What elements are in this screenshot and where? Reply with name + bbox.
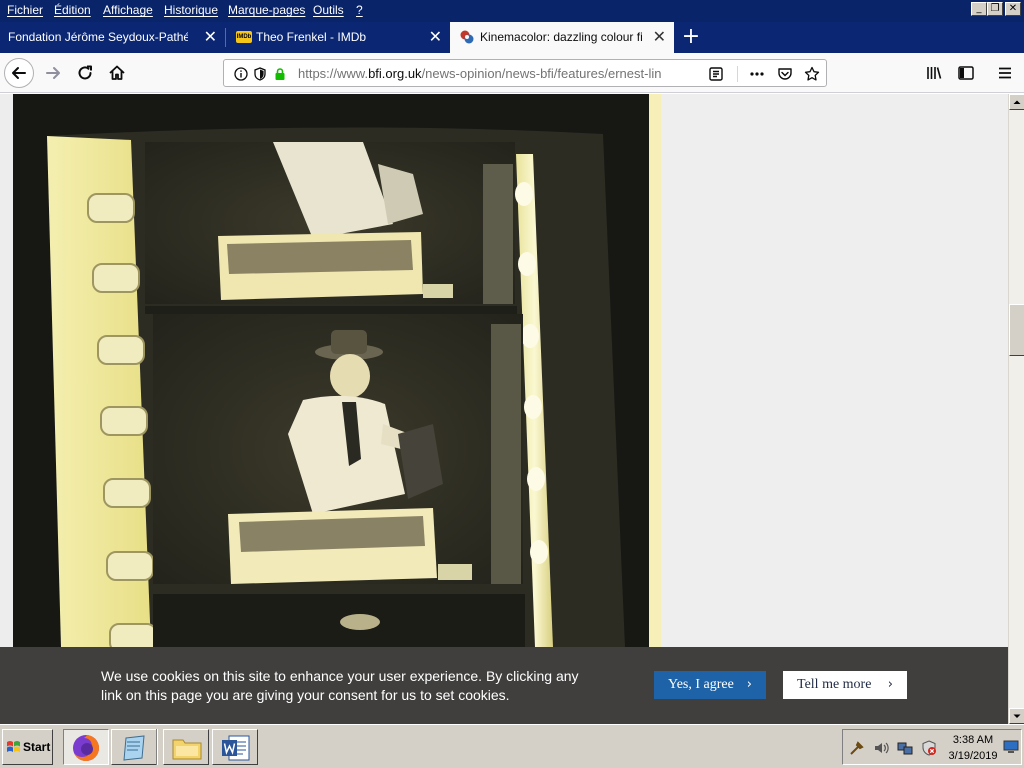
taskbar-firefox[interactable] bbox=[63, 729, 109, 765]
arrow-down-icon bbox=[1013, 714, 1021, 718]
url-text[interactable]: https://www.bfi.org.uk/news-opinion/news… bbox=[298, 66, 674, 81]
start-button[interactable]: Start bbox=[2, 729, 53, 765]
display-icon[interactable] bbox=[1003, 740, 1019, 754]
star-icon[interactable] bbox=[803, 65, 821, 83]
firefox-icon bbox=[73, 735, 99, 761]
new-tab-button[interactable]: + bbox=[680, 24, 702, 50]
sidebar-icon bbox=[958, 66, 974, 80]
menu-edition[interactable]: Édition bbox=[54, 3, 91, 17]
security-alert-icon[interactable] bbox=[921, 740, 937, 756]
menu-help[interactable]: ? bbox=[356, 3, 363, 17]
hamburger-menu-icon bbox=[999, 67, 1011, 79]
menu-bar: Fichier Édition Affichage Historique Mar… bbox=[0, 0, 1024, 22]
navigation-toolbar: https://www.bfi.org.uk/news-opinion/news… bbox=[0, 53, 1024, 93]
lock-icon[interactable] bbox=[271, 65, 289, 83]
scrollbar-thumb[interactable] bbox=[1009, 304, 1024, 356]
kinemacolor-film-strip-image bbox=[13, 94, 661, 647]
pocket-icon[interactable] bbox=[776, 65, 794, 83]
cookie-message: We use cookies on this site to enhance y… bbox=[101, 668, 579, 703]
menu-affichage[interactable]: Affichage bbox=[103, 3, 153, 17]
word-icon bbox=[222, 735, 250, 761]
taskbar-word[interactable] bbox=[212, 729, 258, 765]
more-dots-icon[interactable] bbox=[748, 65, 766, 83]
page-content bbox=[0, 94, 1008, 724]
taskbar-separator bbox=[156, 729, 158, 765]
start-label: Start bbox=[23, 740, 51, 754]
forward-arrow-icon bbox=[46, 67, 60, 79]
close-window-button[interactable]: ✕ bbox=[1005, 2, 1021, 16]
folder-icon bbox=[172, 739, 202, 760]
shield-icon[interactable] bbox=[251, 65, 269, 83]
speaker-icon[interactable] bbox=[873, 740, 889, 756]
tab-label: Theo Frenkel - IMDb bbox=[256, 30, 367, 44]
close-icon[interactable]: ✕ bbox=[429, 27, 442, 46]
tab-theo-frenkel-imdb[interactable]: IMDb Theo Frenkel - IMDb ✕ bbox=[226, 22, 450, 53]
url-path: /news-opinion/news-bfi/features/ernest-l… bbox=[421, 66, 662, 81]
minimize-button[interactable]: _ bbox=[971, 2, 987, 16]
clock-date[interactable]: 3/19/2019 bbox=[947, 750, 999, 762]
restore-button[interactable]: ❐ bbox=[987, 2, 1003, 16]
library-icon bbox=[927, 67, 942, 79]
forward-button[interactable] bbox=[38, 58, 68, 88]
menu-marque-pages[interactable]: Marque-pages bbox=[228, 3, 305, 17]
url-host: bfi.org.uk bbox=[368, 66, 422, 81]
agree-button[interactable]: Yes, I agree › bbox=[654, 671, 766, 699]
cookie-banner: We use cookies on this site to enhance y… bbox=[0, 647, 1008, 724]
tab-kinemacolor[interactable]: Kinemacolor: dazzling colour film fr ✕ bbox=[450, 22, 674, 53]
menu-outils[interactable]: Outils bbox=[313, 3, 344, 17]
back-arrow-icon bbox=[12, 67, 26, 79]
tools-icon[interactable] bbox=[849, 740, 865, 756]
reader-view-icon[interactable] bbox=[707, 65, 725, 83]
network-icon[interactable] bbox=[897, 740, 913, 756]
taskbar-explorer[interactable] bbox=[163, 729, 209, 765]
tell-me-more-label: Tell me more bbox=[797, 677, 872, 692]
system-tray: 3:38 AM 3/19/2019 bbox=[842, 729, 1022, 765]
close-icon[interactable]: ✕ bbox=[653, 27, 666, 46]
menu-historique[interactable]: Historique bbox=[164, 3, 218, 17]
tab-label: Fondation Jérôme Seydoux-Pathé bbox=[8, 30, 188, 44]
back-button[interactable] bbox=[4, 58, 34, 88]
sidebar-button[interactable] bbox=[951, 58, 981, 88]
home-icon bbox=[109, 65, 125, 80]
taskbar: Start 3:38 AM 3/19/2019 bbox=[0, 724, 1024, 768]
scroll-down-button[interactable] bbox=[1009, 708, 1024, 724]
url-prefix: https://www. bbox=[298, 66, 369, 81]
vertical-scrollbar[interactable] bbox=[1008, 94, 1024, 724]
chevron-right-icon: › bbox=[746, 677, 752, 692]
tab-strip: Fondation Jérôme Seydoux-Pathé ✕ IMDb Th… bbox=[0, 22, 1024, 53]
clock-time[interactable]: 3:38 AM bbox=[951, 734, 995, 746]
scroll-up-button[interactable] bbox=[1009, 94, 1024, 110]
notepad-icon bbox=[123, 735, 145, 761]
imdb-favicon-icon: IMDb bbox=[236, 31, 252, 43]
tab-label: Kinemacolor: dazzling colour film fr bbox=[480, 30, 642, 44]
taskbar-notepad[interactable] bbox=[111, 729, 157, 765]
tab-fondation-pathe[interactable]: Fondation Jérôme Seydoux-Pathé ✕ bbox=[0, 22, 225, 53]
tell-me-more-button[interactable]: Tell me more › bbox=[783, 671, 907, 699]
url-bar[interactable]: https://www.bfi.org.uk/news-opinion/news… bbox=[223, 59, 827, 87]
menu-fichier[interactable]: Fichier bbox=[7, 3, 43, 17]
chevron-right-icon: › bbox=[887, 677, 893, 692]
arrow-up-icon bbox=[1013, 100, 1021, 104]
bfi-favicon-icon bbox=[460, 30, 474, 44]
library-button[interactable] bbox=[919, 58, 949, 88]
info-icon[interactable] bbox=[232, 65, 250, 83]
reload-icon bbox=[78, 65, 92, 80]
menu-button[interactable] bbox=[990, 58, 1020, 88]
reload-button[interactable] bbox=[70, 58, 100, 88]
close-icon[interactable]: ✕ bbox=[204, 27, 217, 46]
right-sidebar-area bbox=[661, 94, 1008, 647]
agree-button-label: Yes, I agree bbox=[668, 677, 734, 692]
home-button[interactable] bbox=[102, 58, 132, 88]
urlbar-divider bbox=[737, 66, 738, 82]
windows-flag-icon bbox=[7, 741, 20, 752]
